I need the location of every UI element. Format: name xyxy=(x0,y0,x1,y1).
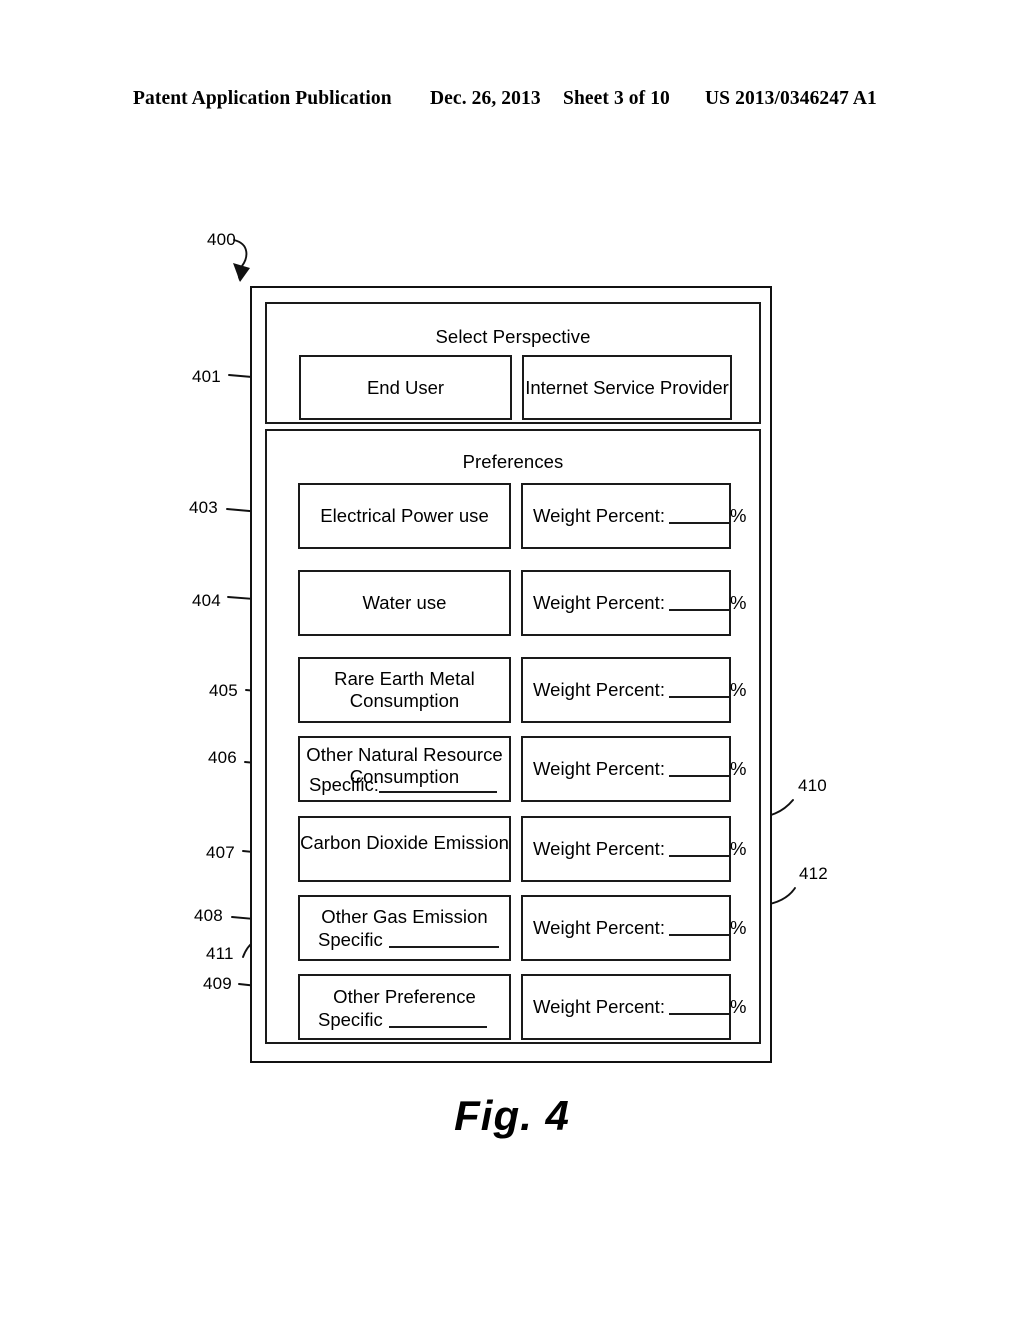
preference-label-text-409: Other Preference xyxy=(333,986,476,1007)
preference-specific-label-408: Specific xyxy=(318,929,383,950)
percent-symbol-409: % xyxy=(730,996,747,1017)
preferences-panel: Preferences Electrical Power use Weight … xyxy=(265,429,761,1044)
preference-weight-cell-403[interactable]: Weight Percent:% xyxy=(521,483,746,549)
preference-row-electrical-power-use: Electrical Power use Weight Percent:% xyxy=(267,483,759,549)
preference-specific-blank-408[interactable] xyxy=(388,946,499,948)
preference-specific-field-409[interactable]: Specific xyxy=(318,1009,487,1031)
ref-409: 409 xyxy=(203,974,232,993)
preference-row-rare-earth-metal-consumption: Rare Earth Metal Consumption Weight Perc… xyxy=(267,657,759,723)
preference-row-water-use: Water use Weight Percent:% xyxy=(267,570,759,636)
select-perspective-panel: Select Perspective End User Internet Ser… xyxy=(265,302,761,424)
perspective-button-end-user[interactable]: End User xyxy=(299,355,512,420)
preference-label-cell-405[interactable]: Rare Earth Metal Consumption xyxy=(298,657,511,723)
ref-405: 405 xyxy=(209,681,238,700)
header-document-number: US 2013/0346247 A1 xyxy=(705,88,877,109)
weight-percent-field-406[interactable]: Weight Percent:% xyxy=(533,758,747,780)
preference-label-line2-405: Consumption xyxy=(349,690,460,711)
ref-406: 406 xyxy=(208,748,237,767)
preference-specific-label-409: Specific xyxy=(318,1009,383,1030)
weight-percent-label-407: Weight Percent: xyxy=(533,838,666,859)
select-perspective-title: Select Perspective xyxy=(435,326,591,347)
figure-caption: Fig. 4 xyxy=(454,1092,570,1139)
weight-percent-field-407[interactable]: Weight Percent:% xyxy=(533,838,747,860)
header-sheet-label: Sheet 3 of 10 xyxy=(563,88,670,109)
header-publication-label: Patent Application Publication xyxy=(133,88,392,109)
perspective-button-internet-service-provider[interactable]: Internet Service Provider xyxy=(522,355,732,420)
device-outer-frame: Select Perspective End User Internet Ser… xyxy=(250,286,772,1063)
preference-label-cell-407[interactable]: Carbon Dioxide Emission xyxy=(298,816,511,882)
preference-label-cell-406[interactable]: Other Natural Resource Consumption Speci… xyxy=(298,736,511,802)
preference-weight-cell-408[interactable]: Weight Percent:% xyxy=(521,895,746,961)
weight-percent-blank-403[interactable] xyxy=(669,522,730,524)
preferences-title: Preferences xyxy=(462,451,564,472)
header-date-label: Dec. 26, 2013 xyxy=(430,88,541,109)
preference-label-text-404: Water use xyxy=(362,592,447,613)
preference-label-cell-404[interactable]: Water use xyxy=(298,570,511,636)
weight-percent-blank-408[interactable] xyxy=(669,934,730,936)
preference-label-text-403: Electrical Power use xyxy=(320,505,489,526)
preference-weight-cell-409[interactable]: Weight Percent:% xyxy=(521,974,746,1040)
weight-percent-field-409[interactable]: Weight Percent:% xyxy=(533,996,747,1018)
weight-percent-blank-405[interactable] xyxy=(669,696,730,698)
weight-percent-label-409: Weight Percent: xyxy=(533,996,666,1017)
preference-specific-field-408[interactable]: Specific xyxy=(318,929,499,951)
ref-400: 400 xyxy=(207,230,236,249)
preference-label-cell-409[interactable]: Other Preference Specific xyxy=(298,974,511,1040)
preference-label-text-405: Rare Earth Metal Consumption xyxy=(300,668,509,712)
preference-weight-cell-407[interactable]: Weight Percent:% xyxy=(521,816,746,882)
preference-row-other-preference: Other Preference Specific Weight Percent… xyxy=(267,974,759,1040)
preference-label-line1-405: Rare Earth Metal xyxy=(334,668,475,689)
percent-symbol-404: % xyxy=(730,592,747,613)
ref-410: 410 xyxy=(798,776,827,795)
preference-row-carbon-dioxide-emission: Carbon Dioxide Emission Weight Percent:% xyxy=(267,816,759,882)
preference-weight-cell-405[interactable]: Weight Percent:% xyxy=(521,657,746,723)
preference-specific-blank-409[interactable] xyxy=(388,1026,487,1028)
ref-407: 407 xyxy=(206,843,235,862)
weight-percent-label-408: Weight Percent: xyxy=(533,917,666,938)
percent-symbol-405: % xyxy=(730,679,747,700)
preference-row-other-gas-emission: Other Gas Emission Specific Weight Perce… xyxy=(267,895,759,961)
percent-symbol-406: % xyxy=(730,758,747,779)
preference-specific-label-406: Specific: xyxy=(309,774,379,795)
weight-percent-blank-409[interactable] xyxy=(669,1013,730,1015)
preference-weight-cell-404[interactable]: Weight Percent:% xyxy=(521,570,746,636)
preference-specific-field-406[interactable]: Specific: xyxy=(309,774,497,796)
ref-401: 401 xyxy=(192,367,221,386)
weight-percent-field-403[interactable]: Weight Percent:% xyxy=(533,505,747,527)
ref-408: 408 xyxy=(194,906,223,925)
ref-411: 411 xyxy=(206,944,234,963)
weight-percent-label-404: Weight Percent: xyxy=(533,592,666,613)
preference-row-other-natural-resource-consumption: Other Natural Resource Consumption Speci… xyxy=(267,736,759,802)
weight-percent-blank-407[interactable] xyxy=(669,855,730,857)
preference-label-cell-408[interactable]: Other Gas Emission Specific xyxy=(298,895,511,961)
patent-page-header: Patent Application Publication Dec. 26, … xyxy=(0,88,1024,116)
preference-label-cell-403[interactable]: Electrical Power use xyxy=(298,483,511,549)
ref-403: 403 xyxy=(189,498,218,517)
ref-412: 412 xyxy=(799,864,828,883)
weight-percent-blank-406[interactable] xyxy=(669,775,730,777)
weight-percent-label-406: Weight Percent: xyxy=(533,758,666,779)
weight-percent-label-403: Weight Percent: xyxy=(533,505,666,526)
weight-percent-field-408[interactable]: Weight Percent:% xyxy=(533,917,747,939)
preference-weight-cell-406[interactable]: Weight Percent:% xyxy=(521,736,746,802)
weight-percent-field-404[interactable]: Weight Percent:% xyxy=(533,592,747,614)
percent-symbol-408: % xyxy=(730,917,747,938)
weight-percent-field-405[interactable]: Weight Percent:% xyxy=(533,679,747,701)
percent-symbol-403: % xyxy=(730,505,747,526)
preference-label-text-407: Carbon Dioxide Emission xyxy=(300,832,509,853)
ref-404: 404 xyxy=(192,591,221,610)
weight-percent-label-405: Weight Percent: xyxy=(533,679,666,700)
preference-label-line1-406: Other Natural Resource xyxy=(306,744,503,765)
preference-specific-blank-406[interactable] xyxy=(378,791,497,793)
percent-symbol-407: % xyxy=(730,838,747,859)
preference-label-text-408: Other Gas Emission xyxy=(321,906,488,927)
weight-percent-blank-404[interactable] xyxy=(669,609,730,611)
arrowhead-400 xyxy=(233,263,250,282)
